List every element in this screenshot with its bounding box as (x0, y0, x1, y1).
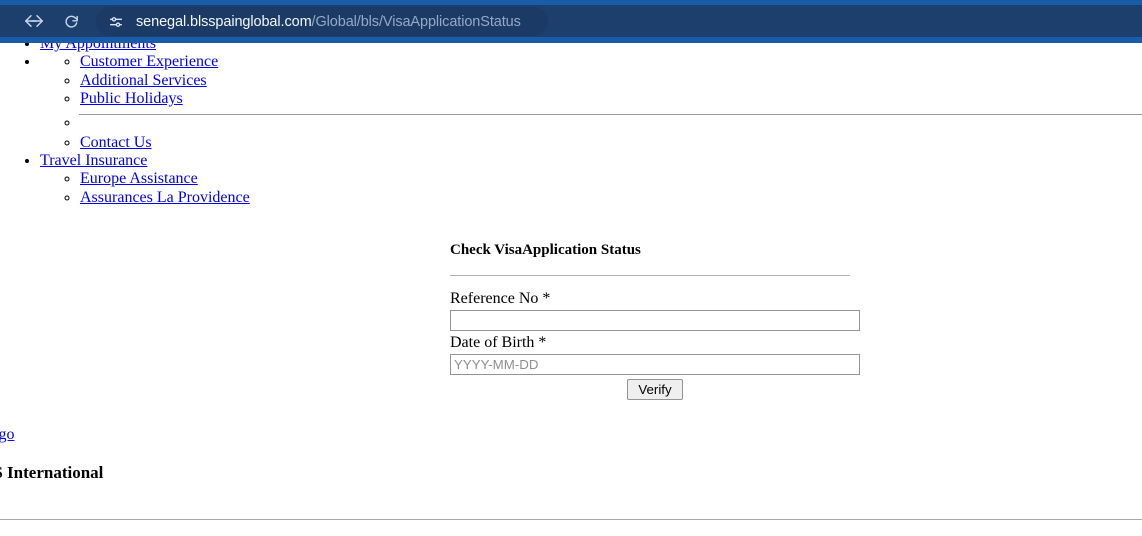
footer-divider (0, 519, 1142, 520)
footer-logo-link-wrap: logo (0, 426, 14, 444)
site-navigation-insurance-sub: Europe Assistance Assurances La Providen… (40, 170, 1142, 207)
site-navigation: My Appointments Customer Experience Addi… (0, 43, 1142, 207)
form-divider (450, 275, 850, 276)
reference-no-input[interactable] (450, 310, 860, 331)
reference-no-label: Reference No * (450, 290, 551, 307)
nav-group-services: Customer Experience Additional Services … (40, 53, 1142, 152)
date-of-birth-input[interactable] (450, 354, 860, 375)
verify-button[interactable]: Verify (627, 379, 683, 400)
nav-item-customer-experience[interactable]: Customer Experience (80, 53, 1142, 71)
nav-link-additional-services[interactable]: Additional Services (80, 72, 207, 89)
nav-link-contact-us[interactable]: Contact Us (80, 134, 152, 151)
browser-toolbar: senegal.blsspainglobal.com/Global/bls/Vi… (0, 0, 1142, 43)
nav-link-my-appointments[interactable]: My Appointments (40, 43, 156, 52)
nav-item-contact-us[interactable]: Contact Us (80, 134, 1142, 152)
verify-button-row: Verify (450, 379, 860, 400)
reload-button[interactable] (60, 10, 82, 32)
nav-item-assurances-la-providence[interactable]: Assurances La Providence (80, 189, 1142, 207)
nav-item-additional-services[interactable]: Additional Services (80, 72, 1142, 90)
nav-item-my-appointments[interactable]: My Appointments (40, 43, 1142, 53)
form-title: Check VisaApplication Status (450, 242, 641, 258)
page-content: My Appointments Customer Experience Addi… (0, 43, 1142, 536)
nav-item-travel-insurance[interactable]: Travel Insurance Europe Assistance Assur… (40, 152, 1142, 207)
url-host: senegal.blsspainglobal.com (136, 13, 312, 30)
date-of-birth-label: Date of Birth * (450, 334, 547, 351)
reload-icon (64, 15, 78, 28)
nav-link-travel-insurance[interactable]: Travel Insurance (40, 152, 147, 169)
tune-sliders-icon[interactable] (104, 10, 128, 34)
footer-brand-name: LS International (0, 463, 104, 482)
nav-link-customer-experience[interactable]: Customer Experience (80, 53, 218, 70)
forward-button[interactable] (26, 10, 48, 32)
nav-link-public-holidays[interactable]: Public Holidays (80, 90, 183, 107)
visa-status-form: Check VisaApplication Status Reference N… (450, 241, 860, 400)
arrow-right-icon (31, 15, 43, 27)
nav-link-assurances-la-providence[interactable]: Assurances La Providence (80, 189, 250, 206)
address-bar-url: senegal.blsspainglobal.com/Global/bls/Vi… (136, 14, 521, 30)
nav-divider-item (79, 113, 1142, 134)
nav-divider (79, 113, 1142, 115)
browser-tabstrip-edge (0, 0, 1142, 5)
address-bar[interactable]: senegal.blsspainglobal.com/Global/bls/Vi… (96, 7, 548, 36)
nav-item-public-holidays[interactable]: Public Holidays (80, 90, 1142, 108)
nav-item-europe-assistance[interactable]: Europe Assistance (80, 170, 1142, 188)
nav-link-europe-assistance[interactable]: Europe Assistance (80, 170, 198, 187)
site-navigation-sub: Customer Experience Additional Services … (40, 53, 1142, 152)
url-path: /Global/bls/VisaApplicationStatus (311, 13, 521, 30)
footer-logo-link[interactable]: logo (0, 426, 14, 443)
